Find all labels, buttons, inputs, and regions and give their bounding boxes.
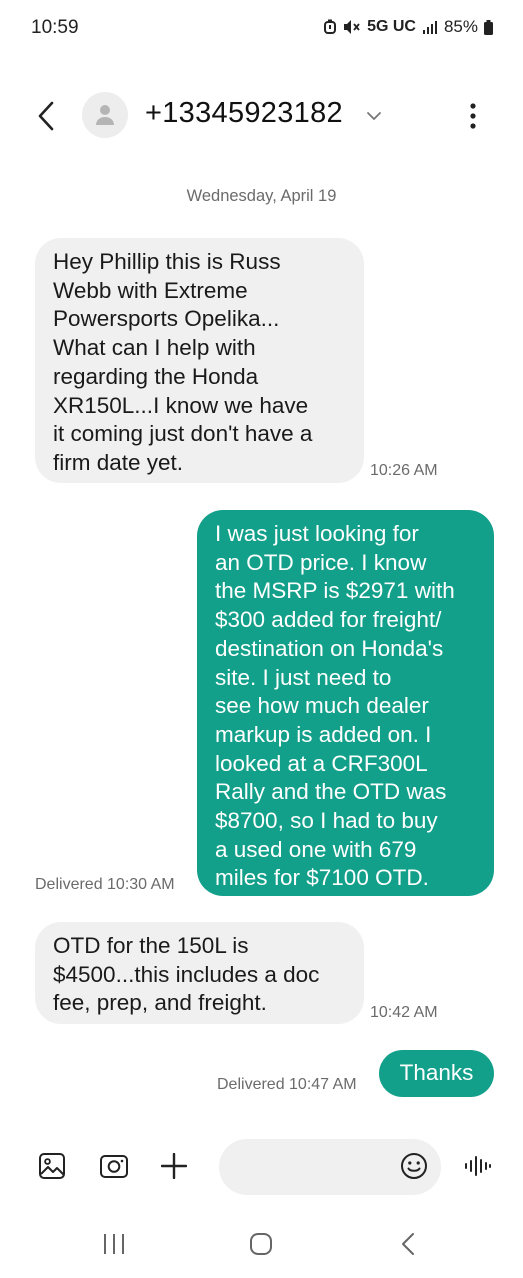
message-line: XR150L...I know we have — [53, 392, 309, 418]
back-nav-icon — [402, 1233, 414, 1255]
message-bubble-incoming[interactable]: Hey Phillip this is Russ Webb with Extre… — [35, 238, 364, 483]
message-time: 10:42 AM — [370, 1004, 438, 1021]
message-line: the MSRP is $2971 with — [215, 578, 455, 604]
signal-icon — [422, 20, 438, 34]
alarm-icon — [323, 19, 337, 35]
contact-name[interactable]: +13345923182 — [145, 97, 343, 130]
message-line: Thanks — [399, 1060, 474, 1085]
home-button[interactable] — [231, 1224, 291, 1264]
camera-icon — [100, 1155, 128, 1178]
back-icon — [38, 101, 54, 131]
message-line: Powersports Opelika... — [53, 306, 280, 332]
message-line: firm date yet. — [53, 449, 184, 475]
message-line: miles for $7100 OTD. — [215, 865, 429, 891]
recent-apps-icon — [104, 1234, 124, 1254]
gallery-icon — [39, 1153, 65, 1179]
message-line: I was just looking for — [215, 521, 419, 546]
message-line: markup is added on. I — [215, 721, 432, 747]
message-line: $8700, so I had to buy — [215, 808, 438, 834]
message-line: looked at a CRF300L — [215, 750, 428, 776]
status-icons: 5G UC 85% — [323, 17, 493, 37]
message-line: a used one with 679 — [215, 836, 417, 862]
message-bubble-incoming[interactable]: OTD for the 150L is $4500...this include… — [35, 922, 364, 1024]
message-line: Webb with Extreme — [53, 277, 248, 303]
message-bubble-outgoing[interactable]: Thanks — [379, 1050, 494, 1097]
plus-icon — [161, 1153, 187, 1179]
message-line: Rally and the OTD was — [215, 779, 447, 805]
conversation-header: +13345923182 — [0, 80, 523, 150]
emoji-button[interactable] — [398, 1150, 430, 1182]
more-vert-icon — [470, 103, 476, 129]
message-line: $4500...this includes a doc — [53, 961, 320, 987]
status-bar: 10:59 5G UC 85% — [0, 0, 523, 58]
mute-icon — [343, 19, 361, 35]
message-line: site. I just need to — [215, 664, 392, 690]
emoji-icon — [401, 1153, 427, 1179]
message-composer — [0, 1132, 523, 1202]
status-time: 10:59 — [31, 17, 79, 38]
chevron-down-icon[interactable] — [366, 108, 382, 126]
date-separator: Wednesday, April 19 — [186, 187, 337, 205]
message-line: destination on Honda's — [215, 635, 444, 661]
delivery-status: Delivered 10:30 AM — [35, 876, 175, 893]
message-line: Hey Phillip this is Russ — [53, 249, 281, 274]
message-line: regarding the Honda — [53, 363, 259, 389]
message-line: see how much dealer — [215, 693, 429, 719]
home-icon — [250, 1233, 272, 1255]
add-attachment-button[interactable] — [158, 1150, 190, 1182]
message-line: it coming just don't have a — [53, 421, 313, 447]
more-options-button[interactable] — [458, 96, 488, 136]
delivery-status: Delivered 10:47 AM — [217, 1076, 357, 1093]
message-line: an OTD price. I know — [215, 549, 427, 575]
voice-icon — [465, 1156, 491, 1176]
network-label: 5G UC — [367, 18, 416, 35]
back-nav-button[interactable] — [378, 1224, 438, 1264]
back-button[interactable] — [30, 96, 62, 136]
message-line: fee, prep, and freight. — [53, 990, 267, 1016]
avatar-icon — [96, 105, 114, 125]
recent-apps-button[interactable] — [84, 1224, 144, 1264]
system-nav-bar — [0, 1210, 523, 1278]
battery-percent: 85% — [443, 17, 478, 36]
message-bubble-outgoing[interactable]: I was just looking for an OTD price. I k… — [197, 510, 494, 896]
message-time: 10:26 AM — [370, 462, 438, 479]
camera-button[interactable] — [97, 1150, 131, 1182]
voice-button[interactable] — [462, 1150, 494, 1182]
avatar[interactable] — [82, 92, 128, 138]
battery-icon — [484, 19, 493, 35]
message-line: $300 added for freight/ — [215, 607, 442, 633]
gallery-button[interactable] — [36, 1150, 68, 1182]
message-line: What can I help with — [53, 335, 256, 361]
message-line: OTD for the 150L is — [53, 933, 249, 958]
